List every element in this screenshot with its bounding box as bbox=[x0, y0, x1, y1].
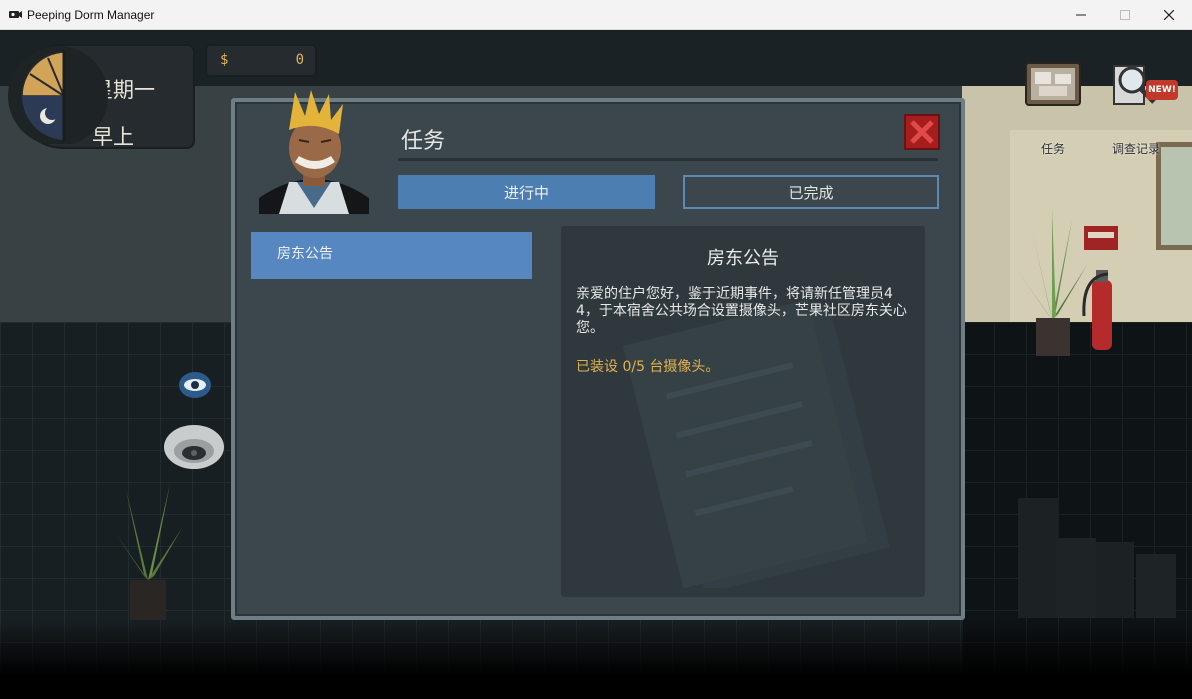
tab-in-progress[interactable]: 进行中 bbox=[398, 175, 655, 209]
landlord-portrait bbox=[259, 90, 369, 214]
quest-progress-text: 已装设 0/5 台摄像头。 bbox=[576, 359, 720, 375]
dialog-close-button[interactable] bbox=[904, 114, 940, 150]
camera-app-icon bbox=[9, 11, 22, 18]
task-board-icon bbox=[1025, 62, 1081, 106]
game-viewport[interactable]: 星期一 早上 $ 0 任务 调查记录 NEW! 任务 进行中 已完成 房东公告 … bbox=[0, 30, 1192, 699]
title-divider bbox=[398, 158, 938, 161]
fire-extinguisher bbox=[1082, 226, 1118, 350]
floor-shadow bbox=[0, 620, 1192, 699]
new-badge: NEW! bbox=[1146, 80, 1178, 100]
investigation-log-hud-button[interactable]: 调查记录 bbox=[1104, 58, 1168, 158]
window-titlebar: Peeping Dorm Manager bbox=[0, 0, 1192, 30]
close-window-button[interactable] bbox=[1146, 0, 1192, 30]
quest-detail-title: 房东公告 bbox=[707, 248, 779, 269]
minimize-icon bbox=[1076, 14, 1086, 16]
picture-frame bbox=[1156, 142, 1192, 250]
quest-detail-body: 亲爱的住户您好，鉴于近期事件，将请新任管理员44，于本宿舍公共场合设置摄像头，芒… bbox=[576, 286, 907, 336]
view-eye-icon[interactable] bbox=[176, 370, 214, 400]
maximize-button[interactable] bbox=[1102, 0, 1148, 30]
tasks-hud-button[interactable]: 任务 bbox=[1024, 58, 1082, 158]
potted-plant-left bbox=[116, 484, 182, 620]
task-dialog: 任务 进行中 已完成 房东公告 房东公告 亲爱的住户您好，鉴于近期事件，将请新任… bbox=[231, 90, 965, 620]
dialog-title: 任务 bbox=[401, 129, 446, 154]
investigation-log-hud-label: 调查记录 bbox=[1111, 142, 1160, 156]
close-icon bbox=[1164, 10, 1174, 20]
window-title: Peeping Dorm Manager bbox=[27, 8, 155, 22]
money-symbol: $ bbox=[220, 52, 229, 68]
tasks-hud-label: 任务 bbox=[1040, 142, 1065, 156]
time-dial-icon bbox=[8, 46, 108, 144]
quest-list-item[interactable]: 房东公告 bbox=[251, 232, 532, 279]
tab-completed[interactable]: 已完成 bbox=[683, 175, 939, 209]
security-camera-icon[interactable] bbox=[162, 422, 226, 472]
maximize-icon bbox=[1120, 10, 1130, 20]
money-panel: $ 0 bbox=[205, 44, 317, 77]
stacked-stools bbox=[1018, 498, 1176, 618]
close-x-icon bbox=[910, 120, 934, 144]
minimize-button[interactable] bbox=[1058, 0, 1104, 30]
quest-detail-panel: 房东公告 亲爱的住户您好，鉴于近期事件，将请新任管理员44，于本宿舍公共场合设置… bbox=[561, 226, 925, 597]
money-value: 0 bbox=[295, 52, 304, 68]
